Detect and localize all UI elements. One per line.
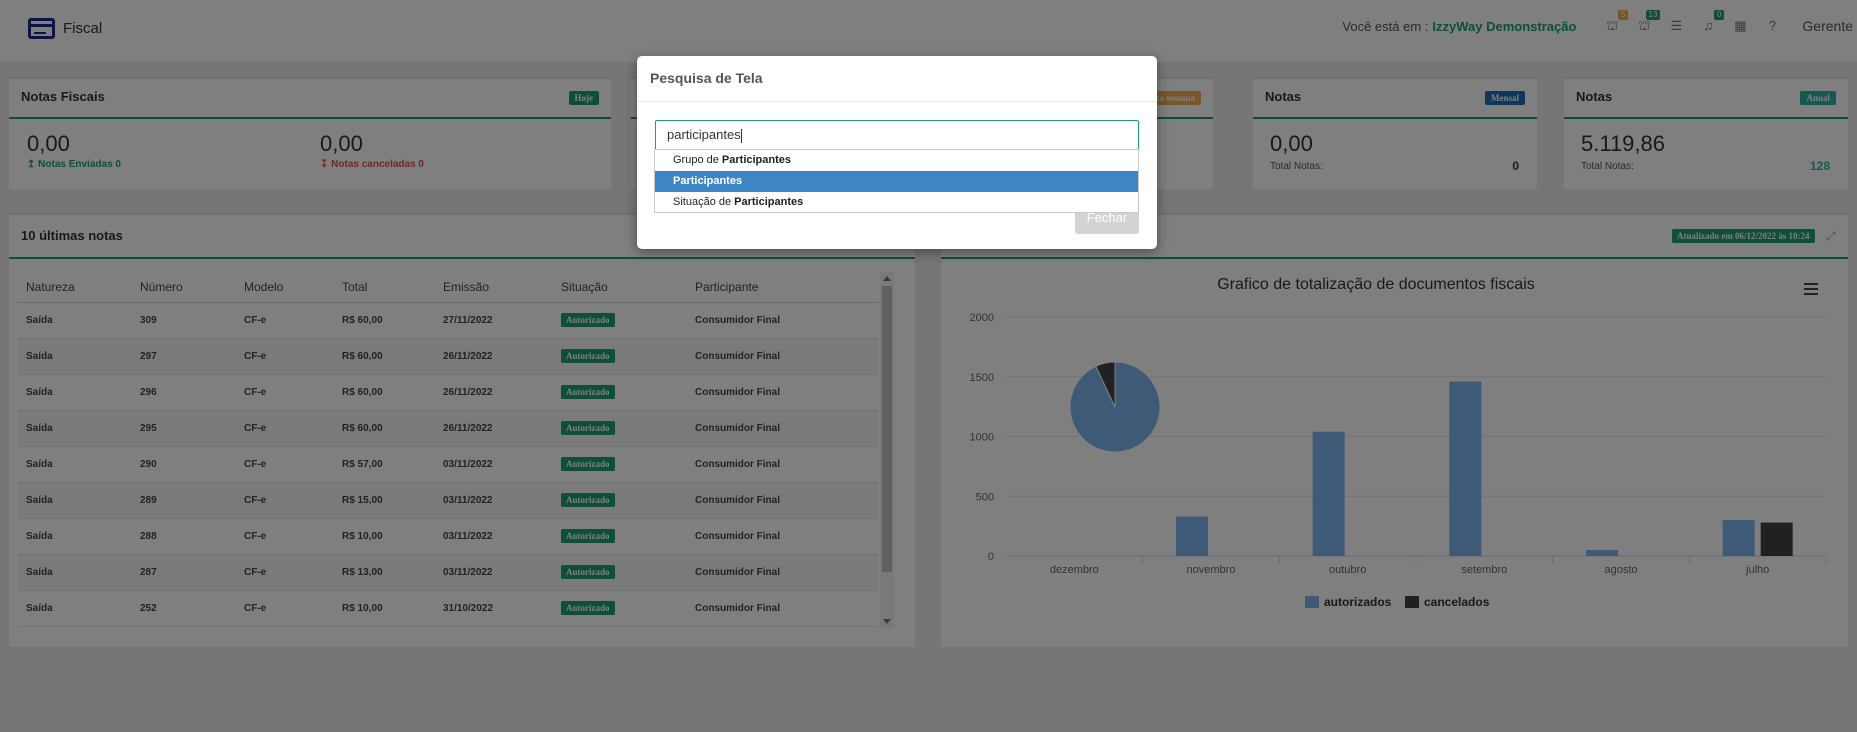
screen-search-input[interactable]: participantes — [655, 120, 1139, 151]
search-input-value: participantes — [667, 127, 741, 142]
search-result-item[interactable]: Grupo de Participantes — [655, 150, 1138, 171]
search-result-item[interactable]: Participantes — [655, 171, 1138, 192]
modal-title: Pesquisa de Tela — [637, 56, 1157, 102]
result-prefix: Situação de — [673, 196, 735, 208]
text-caret — [740, 128, 742, 143]
result-match: Participantes — [673, 175, 743, 187]
search-result-item[interactable]: Situação de Participantes — [655, 192, 1138, 213]
search-results-dropdown: Grupo de Participantes Participantes Situa… — [654, 149, 1139, 213]
result-match: Participantes — [721, 154, 792, 166]
result-prefix: Grupo de — [673, 154, 722, 166]
result-match: Participantes — [734, 196, 804, 208]
